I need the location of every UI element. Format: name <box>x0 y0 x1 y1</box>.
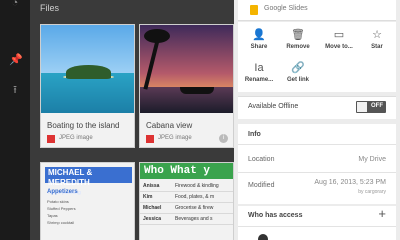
folder-icon: ▭ <box>333 29 345 41</box>
jpeg-icon <box>47 135 55 143</box>
recent-icon[interactable]: ◔ <box>9 0 21 9</box>
sheet-table: Anissa Firewood & kindling Kim Food, plate… <box>140 181 233 225</box>
modified-by: by cargorary <box>358 189 386 195</box>
doc-heading: MICHAEL & MEREDITH Menu planning <box>45 167 132 196</box>
file-name: Boating to the island <box>47 121 120 130</box>
avatar <box>258 234 268 240</box>
modified-label: Modified <box>248 182 275 189</box>
actions-section: 👤 Share 🗑 Remove ▭ Move to... ☆ Star Ia … <box>238 22 396 92</box>
rename-icon: Ia <box>254 62 264 74</box>
star-button[interactable]: ☆ Star <box>358 29 396 50</box>
details-panel: Google Slides 👤 Share 🗑 Remove ▭ Move to… <box>234 0 400 240</box>
files-title: Files <box>40 3 60 13</box>
info-section: Info Location My Drive Modified Aug 16, … <box>238 124 396 204</box>
file-card-cabana[interactable]: Cabana view JPEG image i <box>139 24 234 148</box>
pin-icon[interactable]: 📌 <box>9 54 23 66</box>
move-to-button[interactable]: ▭ Move to... <box>320 29 358 50</box>
link-icon: 🔗 <box>291 62 305 74</box>
doc-line: Shrimp cocktail <box>47 220 75 225</box>
sunset-thumbnail <box>140 25 233 113</box>
trash-icon: 🗑 <box>291 29 305 41</box>
sheet-heading: Who What y <box>140 163 233 179</box>
file-info-icon[interactable]: i <box>219 134 228 143</box>
add-person-icon[interactable]: + <box>378 206 386 221</box>
upload-icon[interactable]: ⭱ <box>9 84 21 96</box>
table-row: Anissa Firewood & kindling <box>140 181 233 192</box>
files-view: Files Boating to the island JPEG image C… <box>30 0 234 240</box>
island-thumbnail <box>41 25 134 113</box>
share-icon: 👤 <box>252 29 266 41</box>
doc-line: Tapas <box>47 213 58 218</box>
doc-line: Potato skins <box>47 199 69 204</box>
offline-section: Available Offline OFF <box>238 96 396 119</box>
info-title: Info <box>248 131 261 138</box>
modified-value: Aug 16, 2013, 5:23 PM <box>314 179 386 186</box>
access-title: Who has access <box>248 212 303 219</box>
table-row: Michael Grocerise & firew <box>140 202 233 214</box>
access-section: Who has access + <box>238 206 396 240</box>
location-label: Location <box>248 156 275 163</box>
file-card-menu-doc[interactable]: MICHAEL & MEREDITH Menu planning Appetiz… <box>40 162 135 240</box>
navigation-rail: ◔ 📌 ⭱ <box>0 0 30 240</box>
file-card-sheet[interactable]: Who What y Anissa Firewood & kindling Kim… <box>139 162 234 240</box>
rename-button[interactable]: Ia Rename... <box>240 62 278 83</box>
jpeg-icon <box>146 135 154 143</box>
file-card-boating[interactable]: Boating to the island JPEG image <box>40 24 135 148</box>
file-type: JPEG image <box>59 135 93 141</box>
get-link-button[interactable]: 🔗 Get link <box>279 62 317 83</box>
remove-button[interactable]: 🗑 Remove <box>279 29 317 50</box>
doc-section: Appetizers <box>47 189 78 195</box>
app-label: Google Slides <box>264 5 308 12</box>
offline-toggle[interactable]: OFF <box>356 101 386 113</box>
star-icon: ☆ <box>372 29 382 41</box>
slides-icon <box>250 5 258 15</box>
file-name: Cabana view <box>146 121 193 130</box>
table-row: Kim Food, plates, & m <box>140 191 233 203</box>
table-row: Jessica Beverages and s <box>140 213 233 225</box>
location-value[interactable]: My Drive <box>358 156 386 163</box>
share-button[interactable]: 👤 Share <box>240 29 278 50</box>
offline-label: Available Offline <box>248 103 299 110</box>
file-type: JPEG image <box>158 135 192 141</box>
panel-header: Google Slides <box>238 0 396 21</box>
doc-line: Stuffed Peppers <box>47 206 76 211</box>
